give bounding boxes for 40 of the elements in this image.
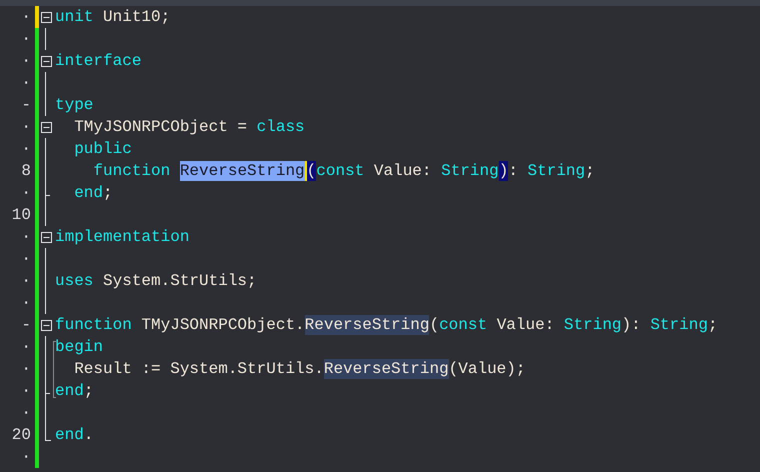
line-number: ·: [21, 7, 31, 28]
code-line: function ReverseString(const Value: String): String;: [92, 161, 595, 181]
line-number: ·: [21, 293, 31, 314]
fold-toggle-icon[interactable]: [41, 56, 52, 66]
code-line: begin: [55, 337, 104, 357]
code-line: Result := System.StrUtils.ReverseString(Value);: [73, 359, 526, 379]
line-number: 10: [12, 205, 31, 226]
fold-toggle-icon[interactable]: [41, 122, 52, 132]
code-line: TMyJSONRPCObject = class: [73, 117, 305, 137]
line-number: ·: [21, 381, 31, 402]
line-number: ·: [21, 359, 31, 380]
line-number: ·: [21, 403, 31, 424]
line-number: ·: [21, 447, 31, 468]
code-line: uses System.StrUtils;: [55, 271, 257, 291]
line-number: ·: [21, 337, 31, 358]
line-number: ·: [21, 183, 31, 204]
code-line: end;: [73, 183, 113, 203]
line-number: ·: [21, 117, 31, 138]
fold-toggle-icon[interactable]: [41, 320, 52, 330]
code-line: end.: [55, 425, 94, 445]
line-number: ·: [21, 73, 31, 94]
fold-toggle-icon[interactable]: [41, 232, 52, 242]
line-number: ·: [21, 249, 31, 270]
fold-toggle-icon[interactable]: [41, 12, 52, 22]
line-number: 8: [21, 161, 31, 182]
line-number: 20: [12, 425, 31, 446]
code-line: unit Unit10;: [55, 7, 170, 27]
code-line: function TMyJSONRPCObject.ReverseString(const Value: String): String;: [55, 315, 718, 335]
line-number: ·: [21, 271, 31, 292]
code-line: type: [55, 95, 94, 115]
line-number: -: [21, 95, 31, 116]
line-number: ·: [21, 29, 31, 50]
code-line: implementation: [55, 227, 190, 247]
line-number: ·: [21, 139, 31, 160]
line-number: -: [21, 315, 31, 336]
line-number: ·: [21, 51, 31, 72]
code-line: interface: [55, 51, 142, 71]
code-line: public: [73, 139, 132, 159]
code-line: end;: [55, 381, 94, 401]
line-number: ·: [21, 227, 31, 248]
